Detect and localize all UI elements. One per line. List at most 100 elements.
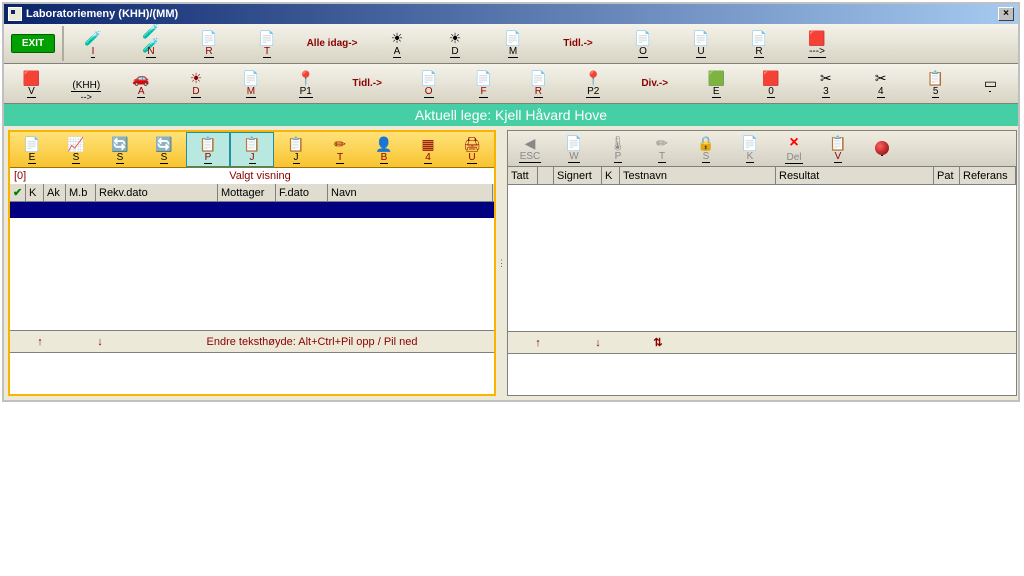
rt-del-button[interactable]: ×Del [772, 131, 816, 166]
lt-b-button[interactable]: 👤B [362, 132, 406, 167]
n-label: N [146, 46, 155, 58]
lt-s3-button[interactable]: 🔄S [142, 132, 186, 167]
lt-s2-button[interactable]: 🔄S [98, 132, 142, 167]
refresh-button[interactable]: ⇅ [628, 336, 688, 349]
tb-a2-button[interactable]: 🚗A [114, 64, 169, 103]
div-button[interactable]: Div.-> [621, 64, 689, 103]
tb-arrow-button[interactable]: 🟥---> [788, 24, 846, 63]
col-ak[interactable]: Ak [44, 184, 66, 201]
rt-rec-button[interactable] [860, 131, 904, 166]
page-down-button-r[interactable]: ↓ [568, 337, 628, 349]
tb-5-button[interactable]: 📋5 [908, 64, 963, 103]
arrow-label: ---> [808, 46, 826, 58]
left-pane: 📄E📈S🔄S🔄S📋P📋J📋J✏T👤B▦4🖨U [0] Valgt visning… [8, 130, 496, 396]
lt-t-button[interactable]: ✏T [318, 132, 362, 167]
rt-k-button[interactable]: 📄K [728, 131, 772, 166]
tb-m2-button[interactable]: 📄M [223, 64, 278, 103]
d2-label: D [191, 86, 200, 98]
o-label: O [638, 46, 648, 58]
col-k[interactable]: K [602, 167, 620, 184]
col-pat[interactable]: Pat [934, 167, 960, 184]
tb-a-button[interactable]: ☀A [368, 24, 426, 63]
rt-esc-button[interactable]: ◀ESC [508, 131, 552, 166]
rt-s-button[interactable]: 🔒S [684, 131, 728, 166]
tb-3-button[interactable]: ✂3 [798, 64, 853, 103]
col-rekv[interactable]: Rekv.dato [96, 184, 218, 201]
col-ref[interactable]: Referans [960, 167, 1016, 184]
col-x1[interactable] [538, 167, 554, 184]
tb-4-button[interactable]: ✂4 [853, 64, 908, 103]
s1-label: S [72, 152, 81, 164]
col-check[interactable]: ✔ [10, 184, 26, 201]
lt-4-button[interactable]: ▦4 [406, 132, 450, 167]
rt-v-button[interactable]: 📋V [816, 131, 860, 166]
tb-d-button[interactable]: ☀D [426, 24, 484, 63]
tb-khh-button[interactable]: (KHH)--> [59, 64, 114, 103]
t-label: T [336, 152, 344, 164]
rt-w-button[interactable]: 📄W [552, 131, 596, 166]
rt-p-button[interactable]: 🌡P [596, 131, 640, 166]
table-row[interactable] [10, 202, 494, 218]
col-signert[interactable]: Signert [554, 167, 602, 184]
page-up-button[interactable]: ↑ [10, 336, 70, 348]
tb-n-button[interactable]: 🧪🧪N [122, 24, 180, 63]
pane-splitter[interactable]: ⋮ [500, 130, 503, 396]
s3-label: S [160, 152, 169, 164]
col-mb[interactable]: M.b [66, 184, 96, 201]
lt-e-button[interactable]: 📄E [10, 132, 54, 167]
tb-m-button[interactable]: 📄M [484, 24, 542, 63]
page-down-button[interactable]: ↓ [70, 336, 130, 348]
col-resultat[interactable]: Resultat [776, 167, 934, 184]
tb-e-button[interactable]: 🟩E [689, 64, 744, 103]
col-fdato[interactable]: F.dato [276, 184, 328, 201]
5-label: 5 [932, 86, 940, 98]
blank-label [989, 91, 991, 92]
esc-label: ESC [519, 151, 542, 163]
tb-d2-button[interactable]: ☀D [169, 64, 224, 103]
tidl-button-2[interactable]: Tidl.-> [333, 64, 401, 103]
rt-t-button[interactable]: ✏T [640, 131, 684, 166]
close-button[interactable]: × [998, 7, 1014, 21]
col-tatt[interactable]: Tatt [508, 167, 538, 184]
tb-blank-button[interactable]: ▭ [963, 64, 1018, 103]
lt-j-button[interactable]: 📋J [230, 132, 274, 167]
col-testnavn[interactable]: Testnavn [620, 167, 776, 184]
record-count: [0] [14, 170, 30, 182]
exit-button[interactable]: EXIT [4, 24, 62, 63]
page-up-button-r[interactable]: ↑ [508, 337, 568, 349]
d-label: D [450, 46, 459, 58]
tb-r-button[interactable]: 📄R [180, 24, 238, 63]
col-k[interactable]: K [26, 184, 44, 201]
t-icon: ✏ [656, 135, 668, 151]
lt-u-button[interactable]: 🖨U [450, 132, 494, 167]
tb-r3-button[interactable]: 📄R [511, 64, 566, 103]
tb-r2-button[interactable]: 📄R [730, 24, 788, 63]
t-icon: 📄 [258, 30, 276, 46]
s-icon: 🔒 [697, 135, 714, 151]
tb-o2-button[interactable]: 📄O [401, 64, 456, 103]
r3-label: R [534, 86, 543, 98]
tb-null-button[interactable]: 🟥0 [744, 64, 799, 103]
lt-p-button[interactable]: 📋P [186, 132, 230, 167]
col-mott[interactable]: Mottager [218, 184, 276, 201]
tb-o-button[interactable]: 📄O [614, 24, 672, 63]
d2-icon: ☀ [187, 70, 205, 86]
tidl-button-1[interactable]: Tidl.-> [542, 24, 614, 63]
lt-s1-button[interactable]: 📈S [54, 132, 98, 167]
col-navn[interactable]: Navn [328, 184, 493, 201]
tb-p1-button[interactable]: 📍P1 [278, 64, 333, 103]
alle-idag-button[interactable]: Alle idag-> [296, 24, 368, 63]
r-icon: 📄 [200, 30, 218, 46]
tb-v-button[interactable]: 🟥V [4, 64, 59, 103]
blank-icon: ▭ [981, 75, 999, 91]
lt-j2-button[interactable]: 📋J [274, 132, 318, 167]
right-grid-body[interactable] [508, 185, 1016, 331]
tb-f-button[interactable]: 📄F [456, 64, 511, 103]
tb-p2-button[interactable]: 📍P2 [566, 64, 621, 103]
tidl-label-2: Tidl.-> [352, 78, 382, 89]
tb-u-button[interactable]: 📄U [672, 24, 730, 63]
tb-i-button[interactable]: 🧪I [64, 24, 122, 63]
exit-label: EXIT [11, 34, 55, 53]
left-grid-body[interactable] [10, 202, 494, 330]
tb-t-button[interactable]: 📄T [238, 24, 296, 63]
